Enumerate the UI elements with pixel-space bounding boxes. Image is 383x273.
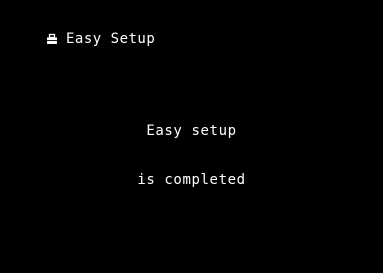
setup-screen: Easy Setup Easy setup is completed	[0, 0, 383, 273]
screen-title: Easy Setup	[66, 31, 156, 47]
completion-message-line-1: Easy setup	[146, 123, 237, 139]
completion-message-line-2: is completed	[137, 172, 246, 188]
screen-header: Easy Setup	[46, 29, 155, 49]
toolbox-icon	[46, 33, 58, 45]
